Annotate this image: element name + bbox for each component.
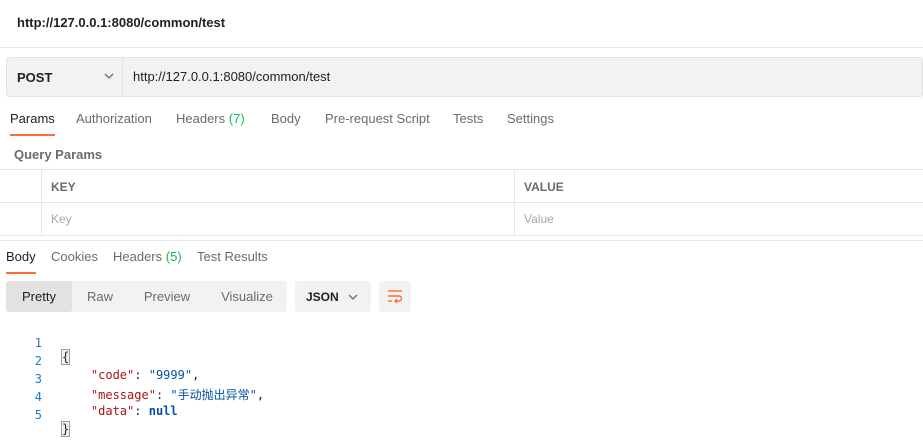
- json-value: "手动抛出异常": [170, 388, 257, 402]
- view-preview-button[interactable]: Preview: [132, 281, 202, 312]
- method-select[interactable]: POST: [7, 58, 123, 96]
- tab-settings[interactable]: Settings: [507, 111, 554, 126]
- tab-tests[interactable]: Tests: [453, 111, 483, 126]
- view-visualize-button[interactable]: Visualize: [210, 281, 284, 312]
- json-comma: ,: [192, 368, 200, 382]
- query-params-table: KEY VALUE Key Value: [0, 169, 923, 236]
- line-number: 5: [34, 408, 42, 422]
- json-key: "data": [90, 404, 135, 418]
- line-number: 2: [34, 354, 42, 368]
- column-divider: [514, 170, 515, 236]
- line-number: 3: [34, 372, 42, 386]
- json-value: "9999": [148, 368, 193, 382]
- chevron-down-icon: [348, 294, 358, 300]
- view-raw-button[interactable]: Raw: [74, 281, 126, 312]
- tab-response-headers-label: Headers: [113, 249, 163, 264]
- code-line: 2 "code": "9999",: [0, 340, 200, 382]
- code-line: 3 "message": "手动抛出异常",: [0, 358, 264, 402]
- line-number: 1: [34, 336, 42, 350]
- json-separator: :: [155, 388, 171, 402]
- tab-headers-count: (7): [228, 111, 245, 126]
- json-value: null: [148, 404, 178, 418]
- json-key: "code": [90, 368, 135, 382]
- tab-cookies[interactable]: Cookies: [51, 249, 98, 264]
- tab-response-headers-count: (5): [165, 249, 182, 264]
- column-header-key: KEY: [51, 180, 76, 194]
- tab-response-headers[interactable]: Headers (5): [113, 249, 182, 264]
- column-divider: [41, 170, 42, 236]
- request-title-bar: http://127.0.0.1:8080/common/test: [0, 0, 923, 48]
- view-mode-group: Pretty Raw Preview Visualize: [6, 281, 287, 312]
- url-bar: POST http://127.0.0.1:8080/common/test: [6, 57, 923, 97]
- query-params-title: Query Params: [14, 147, 103, 162]
- format-select[interactable]: JSON: [295, 281, 371, 312]
- code-line: 1 {: [0, 322, 71, 365]
- tab-body[interactable]: Body: [271, 111, 301, 126]
- tab-headers[interactable]: Headers (7): [176, 111, 245, 126]
- url-input[interactable]: http://127.0.0.1:8080/common/test: [133, 69, 330, 84]
- json-separator: :: [134, 368, 149, 382]
- wrap-lines-icon: [388, 290, 403, 304]
- key-input[interactable]: Key: [51, 212, 72, 226]
- json-separator: :: [134, 404, 149, 418]
- wrap-lines-button[interactable]: [379, 281, 411, 312]
- tab-test-results[interactable]: Test Results: [197, 249, 268, 264]
- code-line: 5 }: [0, 394, 71, 437]
- json-key: "message": [90, 388, 156, 402]
- json-comma: ,: [256, 388, 265, 402]
- line-number: 4: [34, 390, 42, 404]
- close-brace: }: [60, 421, 71, 437]
- request-title[interactable]: http://127.0.0.1:8080/common/test: [17, 15, 225, 30]
- format-label: JSON: [306, 290, 339, 304]
- column-header-value: VALUE: [524, 180, 564, 194]
- panel-divider[interactable]: [0, 240, 923, 241]
- value-input[interactable]: Value: [524, 212, 554, 226]
- tab-pre-request-script[interactable]: Pre-request Script: [325, 111, 430, 126]
- chevron-down-icon: [104, 73, 114, 79]
- tab-response-body[interactable]: Body: [6, 249, 36, 274]
- row-divider: [0, 202, 923, 203]
- view-pretty-button[interactable]: Pretty: [6, 281, 72, 312]
- tab-params[interactable]: Params: [10, 111, 55, 136]
- open-brace: {: [60, 349, 71, 365]
- tab-headers-label: Headers: [176, 111, 226, 126]
- tab-authorization[interactable]: Authorization: [76, 111, 152, 126]
- method-label: POST: [17, 70, 53, 85]
- code-line: 4 "data": null: [0, 376, 178, 418]
